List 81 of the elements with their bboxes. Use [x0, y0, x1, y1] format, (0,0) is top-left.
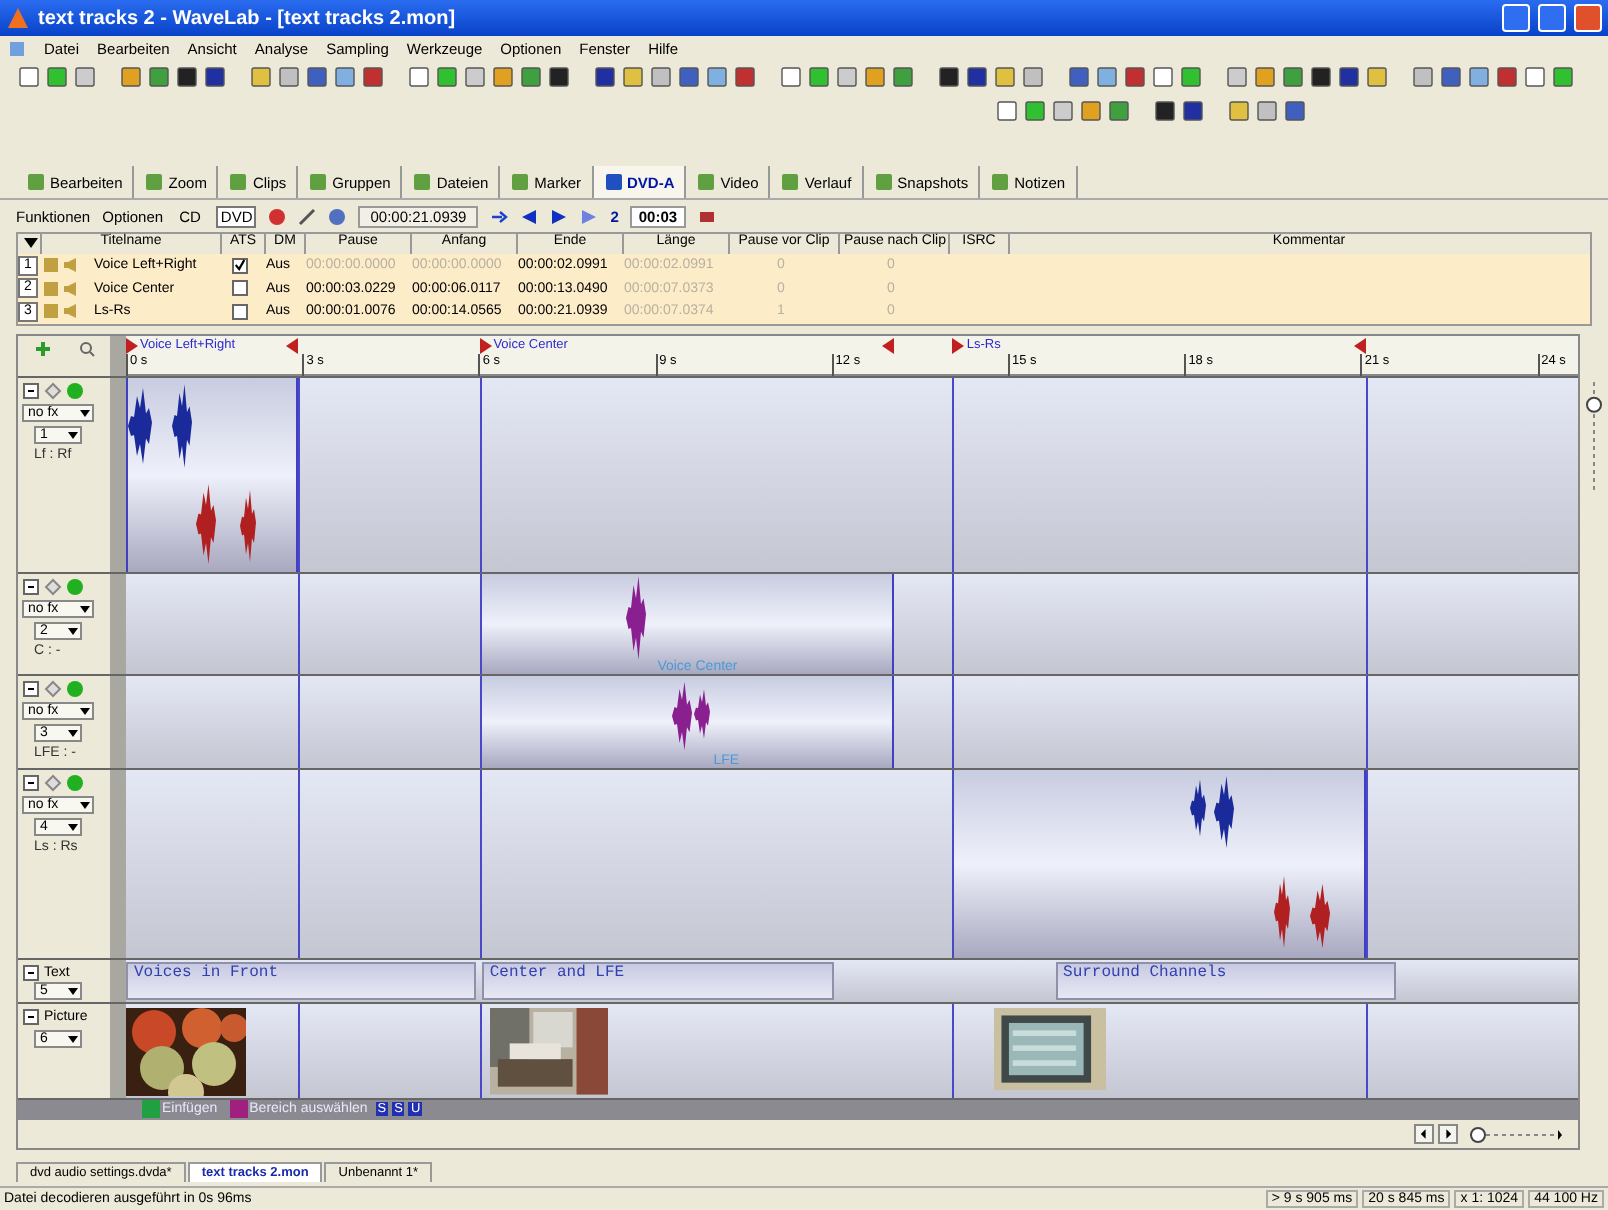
tab-icon [780, 172, 801, 192]
audio-clip[interactable] [126, 378, 298, 573]
status-light-icon[interactable] [66, 774, 84, 793]
tool-icon[interactable] [202, 64, 228, 90]
tool-icon[interactable] [936, 64, 962, 90]
collapse-icon[interactable] [22, 964, 40, 983]
magnifier-icon[interactable] [77, 339, 95, 357]
tool-icon[interactable] [1122, 64, 1148, 90]
tab-icon [873, 172, 894, 192]
close-button[interactable] [1574, 4, 1602, 32]
waveform [1190, 778, 1207, 839]
tool-icon[interactable] [546, 64, 572, 90]
sort-icon[interactable] [22, 234, 40, 252]
scroll-right-icon[interactable] [1438, 1124, 1458, 1145]
record-icon[interactable] [268, 207, 287, 225]
tool-icon[interactable] [304, 64, 330, 90]
audio-clip[interactable] [952, 770, 1367, 959]
waveform [1310, 882, 1331, 951]
waveform [1214, 774, 1235, 851]
ats-checkbox[interactable] [232, 280, 248, 297]
waveform [196, 482, 216, 567]
status-light-icon[interactable] [66, 578, 84, 597]
tool-icon[interactable] [732, 64, 758, 90]
tab-icon [26, 172, 46, 192]
tab-icon [510, 172, 531, 192]
waveform [172, 382, 192, 471]
tab-icon [308, 172, 329, 192]
status-light-icon[interactable] [66, 680, 84, 699]
window-title: text tracks 2 - WaveLab - [text tracks 2.mon] [38, 7, 458, 29]
ats-checkbox[interactable] [232, 257, 248, 274]
tool-icon[interactable] [1494, 64, 1520, 90]
tool-icon[interactable] [1180, 98, 1206, 124]
marker-flag-icon[interactable] [285, 337, 298, 353]
app-icon [6, 6, 30, 30]
tab-icon [990, 172, 1011, 192]
tab-icon [603, 172, 624, 192]
tab-icon [228, 172, 249, 192]
add-icon[interactable] [33, 339, 51, 357]
maximize-button[interactable] [1538, 4, 1566, 32]
next-icon[interactable] [580, 207, 599, 225]
tool-icon[interactable] [1308, 64, 1334, 90]
tool-icon[interactable] [1152, 98, 1178, 124]
text-clip[interactable]: Surround Channels [1055, 962, 1397, 1001]
tool-icon[interactable] [1066, 64, 1092, 90]
tab-icon [696, 172, 717, 192]
caret-icon [66, 1032, 80, 1047]
waveform [128, 386, 152, 467]
marker-flag-icon[interactable] [1354, 337, 1367, 353]
tab-icon [144, 172, 165, 192]
waveform [625, 574, 646, 663]
caret-icon [66, 984, 80, 999]
status-light-icon[interactable] [66, 382, 84, 401]
tool-icon[interactable] [1336, 64, 1362, 90]
play-icon[interactable] [550, 207, 569, 225]
tab-icon [412, 172, 433, 192]
marker-flag-icon[interactable] [881, 337, 894, 353]
collapse-icon[interactable] [22, 774, 40, 793]
text-clip[interactable]: Center and LFE [481, 962, 835, 1001]
marker-flag-icon[interactable] [952, 337, 965, 353]
skip-icon[interactable] [490, 207, 509, 225]
previous-icon[interactable] [520, 207, 539, 225]
tool-icon[interactable] [1282, 98, 1308, 124]
collapse-icon[interactable] [22, 680, 40, 699]
collapse-icon[interactable] [22, 578, 40, 597]
text-clip[interactable]: Voices in Front [126, 962, 476, 1001]
waveform [693, 688, 710, 741]
waveform [671, 680, 692, 753]
collapse-icon[interactable] [22, 382, 40, 401]
minimize-button[interactable] [1502, 4, 1530, 32]
collapse-icon[interactable] [22, 1008, 40, 1027]
tool-icon[interactable] [360, 64, 386, 90]
range-icon [229, 1100, 248, 1119]
ats-checkbox[interactable] [232, 303, 248, 320]
tool-icon[interactable] [1438, 64, 1464, 90]
scroll-left-icon[interactable] [1414, 1124, 1434, 1145]
tool-icon[interactable] [174, 64, 200, 90]
insert-icon [142, 1100, 160, 1119]
marker-flag-icon[interactable] [479, 337, 492, 353]
tool-icon[interactable] [964, 64, 990, 90]
tool-icon[interactable] [592, 64, 618, 90]
tool-icon[interactable] [676, 64, 702, 90]
